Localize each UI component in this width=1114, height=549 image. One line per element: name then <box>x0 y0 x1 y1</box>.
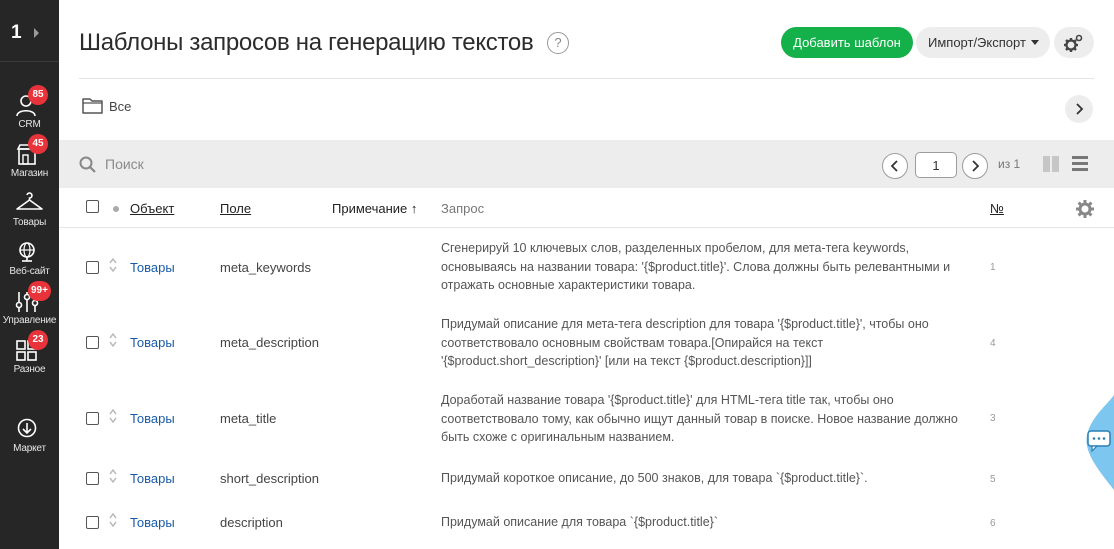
table-row[interactable]: Товары meta_description Придумай описани… <box>59 305 1114 381</box>
folder-icon <box>82 98 103 114</box>
sort-handle-icon[interactable] <box>108 468 118 484</box>
search-icon <box>79 156 96 173</box>
row-number: 4 <box>990 338 996 349</box>
settings-button[interactable] <box>1054 27 1094 58</box>
row-query: Придумай описание для мета-тега descript… <box>441 317 929 368</box>
sort-handle-icon[interactable] <box>108 257 118 273</box>
add-template-button[interactable]: Добавить шаблон <box>781 27 913 58</box>
hanger-icon <box>16 192 43 210</box>
page-number-input[interactable] <box>915 152 957 178</box>
globe-icon <box>19 242 35 262</box>
management-badge: 99+ <box>28 281 51 301</box>
chat-widget-button[interactable] <box>1079 395 1114 490</box>
import-export-label: Импорт/Экспорт <box>928 35 1026 50</box>
row-checkbox[interactable] <box>86 472 99 485</box>
crm-badge: 85 <box>28 85 48 105</box>
gears-icon <box>1064 34 1083 52</box>
sidebar-item-website[interactable]: Веб-сайт <box>0 241 59 285</box>
view-columns-icon[interactable] <box>1043 156 1060 172</box>
page-title: Шаблоны запросов на генерацию текстов <box>79 29 534 56</box>
row-checkbox[interactable] <box>86 412 99 425</box>
sidebar-counter: 1 <box>11 22 22 43</box>
row-field: meta_keywords <box>220 260 312 275</box>
row-object-link[interactable]: Товары <box>130 411 175 426</box>
sidebar-item-label: Веб-сайт <box>9 266 50 277</box>
sidebar-item-label: CRM <box>18 119 41 130</box>
help-icon[interactable]: ? <box>547 32 569 54</box>
column-settings-icon[interactable] <box>1075 199 1095 219</box>
search-input[interactable] <box>105 153 605 175</box>
chevron-right-icon <box>1076 103 1084 115</box>
row-query: Придумай короткое описание, до 500 знако… <box>441 471 868 485</box>
next-page-button[interactable] <box>962 153 988 179</box>
column-field[interactable]: Поле <box>220 201 251 216</box>
row-query: Доработай название товара '{$product.tit… <box>441 393 958 444</box>
sidebar-item-shop[interactable]: 45 Магазин <box>0 134 59 187</box>
column-object[interactable]: Объект <box>130 201 174 216</box>
table-row[interactable]: Товары short_description Придумай коротк… <box>59 457 1114 501</box>
import-export-button[interactable]: Импорт/Экспорт <box>916 27 1050 58</box>
row-object-link[interactable]: Товары <box>130 515 175 530</box>
row-field: meta_description <box>220 335 319 350</box>
row-number: 6 <box>990 518 996 529</box>
row-number: 5 <box>990 474 996 485</box>
chevron-left-icon <box>890 160 898 172</box>
caret-down-icon <box>1031 40 1039 45</box>
download-circle-icon <box>17 418 37 438</box>
search-bar: из 1 <box>59 140 1114 188</box>
shop-badge: 45 <box>28 134 48 154</box>
sidebar-item-management[interactable]: 99+ Управление <box>0 281 59 334</box>
misc-badge: 23 <box>28 330 48 350</box>
row-query: Придумай описание для товара `{$product.… <box>441 515 718 529</box>
select-all-checkbox[interactable] <box>86 200 99 213</box>
status-dot-icon <box>113 206 119 212</box>
row-field: description <box>220 515 283 530</box>
sidebar: 1 85 CRM 45 Магазин Товары Веб-сайт 99+ … <box>0 0 59 549</box>
sidebar-item-crm[interactable]: 85 CRM <box>0 85 59 138</box>
sort-handle-icon[interactable] <box>108 332 118 348</box>
sidebar-item-label: Магазин <box>10 168 49 179</box>
sidebar-item-misc[interactable]: 23 Разное <box>0 330 59 383</box>
sidebar-item-label: Маркет <box>13 443 46 454</box>
row-object-link[interactable]: Товары <box>130 471 175 486</box>
page-total: из 1 <box>998 157 1021 171</box>
row-number: 3 <box>990 413 996 424</box>
row-checkbox[interactable] <box>86 336 99 349</box>
row-object-link[interactable]: Товары <box>130 260 175 275</box>
sidebar-header[interactable]: 1 <box>0 0 59 62</box>
row-field: short_description <box>220 471 319 486</box>
row-field: meta_title <box>220 411 277 426</box>
view-list-icon[interactable] <box>1072 156 1089 172</box>
table-row[interactable]: Товары meta_keywords Сгенерируй 10 ключе… <box>59 229 1114 305</box>
folders-next-button[interactable] <box>1065 95 1093 123</box>
table-row[interactable]: Товары meta_title Доработай название тов… <box>59 381 1114 457</box>
table-header: Объект Поле Примечание ↑ Запрос № <box>59 188 1114 228</box>
sidebar-item-label: Управление <box>2 315 57 326</box>
row-query: Сгенерируй 10 ключевых слов, разделенных… <box>441 241 951 292</box>
sort-handle-icon[interactable] <box>108 408 118 424</box>
header-divider <box>79 78 1094 79</box>
sidebar-item-label: Товары <box>12 217 47 228</box>
sidebar-item-label: Разное <box>13 364 46 375</box>
sort-handle-icon[interactable] <box>108 512 118 528</box>
row-object-link[interactable]: Товары <box>130 335 175 350</box>
row-checkbox[interactable] <box>86 516 99 529</box>
expand-arrow-icon[interactable] <box>34 28 39 38</box>
row-checkbox[interactable] <box>86 261 99 274</box>
sidebar-item-products[interactable]: Товары <box>0 192 59 236</box>
sidebar-item-market[interactable]: Маркет <box>0 418 59 462</box>
column-query: Запрос <box>441 201 485 216</box>
prev-page-button[interactable] <box>882 153 908 179</box>
table-row[interactable]: Товары description Придумай описание для… <box>59 501 1114 547</box>
chevron-right-icon <box>972 160 980 172</box>
column-note[interactable]: Примечание ↑ <box>332 201 417 216</box>
folder-all[interactable]: Все <box>109 99 131 114</box>
column-number[interactable]: № <box>990 201 1004 216</box>
row-number: 1 <box>990 262 996 273</box>
